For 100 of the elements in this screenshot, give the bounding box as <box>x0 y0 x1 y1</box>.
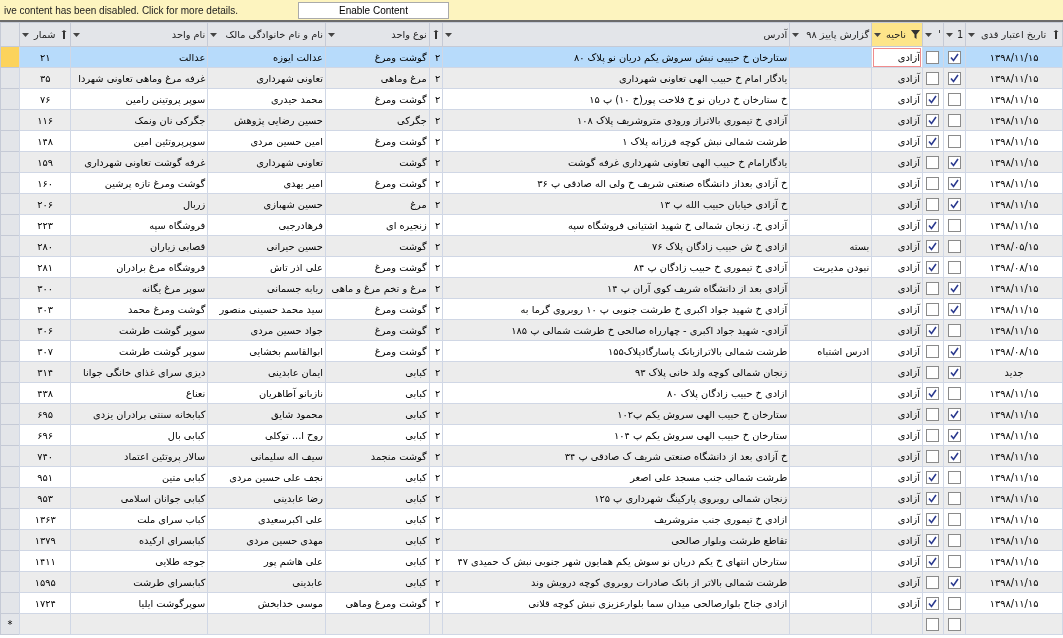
table-cell: طرشت شمالی جنب مسجد علی اصغر <box>442 466 790 488</box>
column-header[interactable] <box>429 22 443 47</box>
table-cell: طرشت شمالی بالاتر از بانک صادرات روبروی کوچه درویش وند <box>442 571 790 593</box>
table-cell: ۱۳۹۸/۱۱/۱۵ <box>965 466 1063 488</box>
table-cell: فروشگاه مرغ برادران <box>71 256 208 278</box>
table-cell: آزادی <box>871 529 923 551</box>
checkbox[interactable] <box>926 239 940 253</box>
checkbox[interactable] <box>926 197 940 211</box>
checkbox[interactable] <box>926 617 940 631</box>
table-cell: سید محمد حسینی منصور <box>207 298 326 320</box>
column-header[interactable]: آدرس <box>442 22 790 47</box>
checkbox[interactable] <box>926 302 940 316</box>
checkbox[interactable] <box>948 113 962 127</box>
table-cell: غرفه گوشت تعاونی شهرداری <box>71 151 208 173</box>
table-cell: آزادی <box>871 466 923 488</box>
column-header[interactable]: نام واحد <box>71 22 208 47</box>
checkbox[interactable] <box>926 575 940 589</box>
table-cell: سوپر گوشت طرشت <box>71 340 208 362</box>
checkbox[interactable] <box>948 323 962 337</box>
column-header[interactable]: ' <box>922 22 944 47</box>
table-cell: جوجه طلایی <box>71 550 208 572</box>
checkbox[interactable] <box>926 113 940 127</box>
checkbox[interactable] <box>948 386 962 400</box>
checkbox[interactable] <box>926 155 940 169</box>
checkbox[interactable] <box>948 617 962 631</box>
checkbox[interactable] <box>948 218 962 232</box>
table-cell: نجف علی حسین مردی <box>207 466 326 488</box>
checkbox[interactable] <box>926 218 940 232</box>
checkbox[interactable] <box>948 260 962 274</box>
checkbox[interactable] <box>948 92 962 106</box>
checkbox[interactable] <box>926 176 940 190</box>
table-cell: کبابی <box>325 529 430 551</box>
checkbox[interactable] <box>948 197 962 211</box>
checkbox[interactable] <box>948 512 962 526</box>
column-header[interactable]: 1 <box>943 22 966 47</box>
checkbox[interactable] <box>948 449 962 463</box>
checkbox[interactable] <box>948 176 962 190</box>
checkbox[interactable] <box>926 386 940 400</box>
checkbox[interactable] <box>948 239 962 253</box>
checkbox[interactable] <box>948 365 962 379</box>
sort-ascending-icon <box>1052 30 1060 39</box>
checkbox[interactable] <box>926 50 940 64</box>
checkbox[interactable] <box>926 323 940 337</box>
table-cell: ۱۳۹۸/۱۱/۱۵ <box>965 550 1063 572</box>
table-cell: ۱۳۹۸/۱۱/۱۵ <box>965 130 1063 152</box>
table-cell: ۱۳۹۸/۱۱/۱۵ <box>965 445 1063 467</box>
table-cell: طرشت شمالی بالاترازبانک پاسارگادپلاک۱۵۵ <box>442 340 790 362</box>
checkbox[interactable] <box>948 596 962 610</box>
checkbox[interactable] <box>926 554 940 568</box>
table-cell: گوشت ومرغ محمد <box>71 298 208 320</box>
table-cell: آزادی <box>871 46 923 68</box>
caret-icon <box>445 32 453 37</box>
checkbox[interactable] <box>926 407 940 421</box>
checkbox[interactable] <box>926 92 940 106</box>
checkbox[interactable] <box>948 71 962 85</box>
checkbox[interactable] <box>926 596 940 610</box>
table-cell: آزادی خ. زنجان شمالی خ شهید اشتیانی فروشگاه سپه <box>442 214 790 236</box>
checkbox[interactable] <box>948 575 962 589</box>
checkbox[interactable] <box>926 281 940 295</box>
table-cell: علی اذر تاش <box>207 256 326 278</box>
checkbox[interactable] <box>926 71 940 85</box>
table-cell: ۲ <box>429 319 443 341</box>
checkbox[interactable] <box>948 491 962 505</box>
checkbox[interactable] <box>948 554 962 568</box>
checkbox[interactable] <box>926 470 940 484</box>
table-cell: آزادی <box>871 193 923 215</box>
checkbox[interactable] <box>948 428 962 442</box>
checkbox[interactable] <box>926 533 940 547</box>
checkbox[interactable] <box>926 134 940 148</box>
column-header[interactable]: نوع واحد <box>325 22 430 47</box>
column-header[interactable]: شمار <box>19 22 71 47</box>
checkbox[interactable] <box>926 491 940 505</box>
checkbox[interactable] <box>948 302 962 316</box>
checkbox[interactable] <box>948 533 962 547</box>
checkbox[interactable] <box>926 428 940 442</box>
checkbox[interactable] <box>948 281 962 295</box>
table-cell: گوشت ومرغ <box>325 256 430 278</box>
caret-icon <box>968 32 976 37</box>
checkbox[interactable] <box>926 365 940 379</box>
checkbox[interactable] <box>926 344 940 358</box>
enable-content-button[interactable]: Enable Content <box>298 1 449 19</box>
column-header[interactable]: ناحیه <box>871 22 923 47</box>
checkbox[interactable] <box>926 512 940 526</box>
checkbox[interactable] <box>948 155 962 169</box>
column-header[interactable]: گزارش پاییز ۹۸ <box>789 22 872 47</box>
checkbox[interactable] <box>948 134 962 148</box>
column-header[interactable]: نام و نام خانوادگی مالک <box>207 22 326 47</box>
checkbox[interactable] <box>948 50 962 64</box>
table-cell: آزادی بعد از دانشگاه شریف کوی آران پ ۱۴ <box>442 277 790 299</box>
checkbox[interactable] <box>948 344 962 358</box>
checkbox[interactable] <box>948 470 962 484</box>
table-cell: ۲ <box>429 88 443 110</box>
checkbox[interactable] <box>926 260 940 274</box>
checkbox[interactable] <box>926 449 940 463</box>
table-cell: ۲ <box>429 424 443 446</box>
table-cell: گوشت ومرغ <box>325 88 430 110</box>
column-header[interactable]: تاریخ اعتبار قدی <box>965 22 1063 47</box>
table-cell: خ آزادی بعداز دانشگاه صنعتی شریف خ ولی اله صادقی پ ۳۶ <box>442 172 790 194</box>
checkbox[interactable] <box>948 407 962 421</box>
table-cell: جگرکی نان ونمک <box>71 109 208 131</box>
